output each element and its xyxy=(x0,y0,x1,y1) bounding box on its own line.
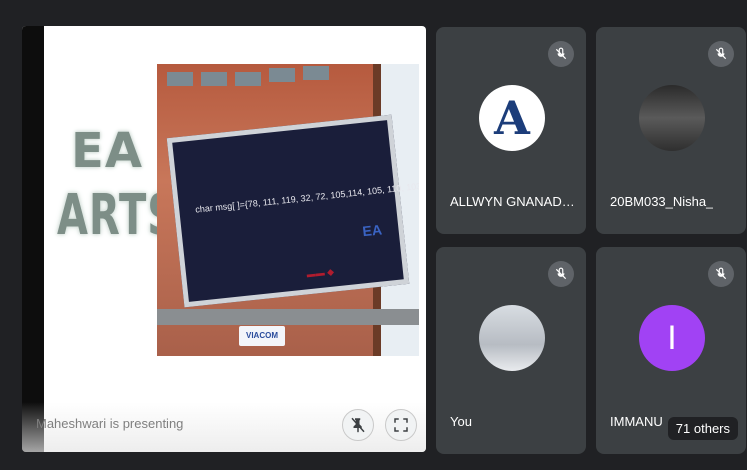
mic-off-icon xyxy=(548,261,574,287)
avatar: I xyxy=(639,305,705,371)
fullscreen-icon xyxy=(394,418,408,432)
pin-off-button[interactable] xyxy=(342,409,374,441)
participant-name: You xyxy=(450,414,472,429)
window xyxy=(235,72,261,86)
billboard-red-mark: ▬▬ ◆ xyxy=(306,266,335,280)
presentation-edge xyxy=(22,26,44,452)
participant-tile[interactable]: I IMMANU 71 others xyxy=(596,247,746,454)
window xyxy=(269,68,295,82)
window xyxy=(201,72,227,86)
fullscreen-button[interactable] xyxy=(385,409,417,441)
viacom-sign: VIACOM xyxy=(239,326,285,346)
ea-arts-logo: EA ARTS xyxy=(57,121,178,301)
presentation-panel[interactable]: EA ARTS char msg[ ]={78, 111, 119, 32, 7… xyxy=(22,26,426,452)
billboard-logo: EA xyxy=(361,221,383,240)
mic-off-icon xyxy=(708,41,734,67)
billboard-text: char msg[ ]={78, 111, 119, 32, 72, 105,1… xyxy=(194,179,419,215)
participant-tile[interactable]: A ALLWYN GNANADA... xyxy=(436,27,586,234)
logo-line-2: ARTS xyxy=(57,183,178,249)
avatar xyxy=(479,305,545,371)
mic-off-icon xyxy=(548,41,574,67)
mic-off-icon xyxy=(708,261,734,287)
participant-tile[interactable]: You xyxy=(436,247,586,454)
participant-name: 20BM033_Nisha_ xyxy=(610,194,714,209)
participant-name: ALLWYN GNANADA... xyxy=(450,194,580,209)
billboard: char msg[ ]={78, 111, 119, 32, 72, 105,1… xyxy=(166,114,419,308)
avatar xyxy=(639,85,705,151)
participant-tile[interactable]: 20BM033_Nisha_ xyxy=(596,27,746,234)
others-count-button[interactable]: 71 others xyxy=(667,417,738,440)
avatar-initial: I xyxy=(667,318,677,357)
presenting-label: Maheshwari is presenting xyxy=(36,416,184,431)
avatar-initial: A xyxy=(494,91,530,145)
window xyxy=(167,72,193,86)
avatar: A xyxy=(479,85,545,151)
billboard-photo: char msg[ ]={78, 111, 119, 32, 72, 105,1… xyxy=(157,64,419,356)
participant-name: IMMANU xyxy=(610,414,663,429)
window xyxy=(303,66,329,80)
pin-off-icon xyxy=(351,417,365,433)
billboard-rail xyxy=(157,309,419,325)
meeting-stage: EA ARTS char msg[ ]={78, 111, 119, 32, 7… xyxy=(0,0,747,470)
